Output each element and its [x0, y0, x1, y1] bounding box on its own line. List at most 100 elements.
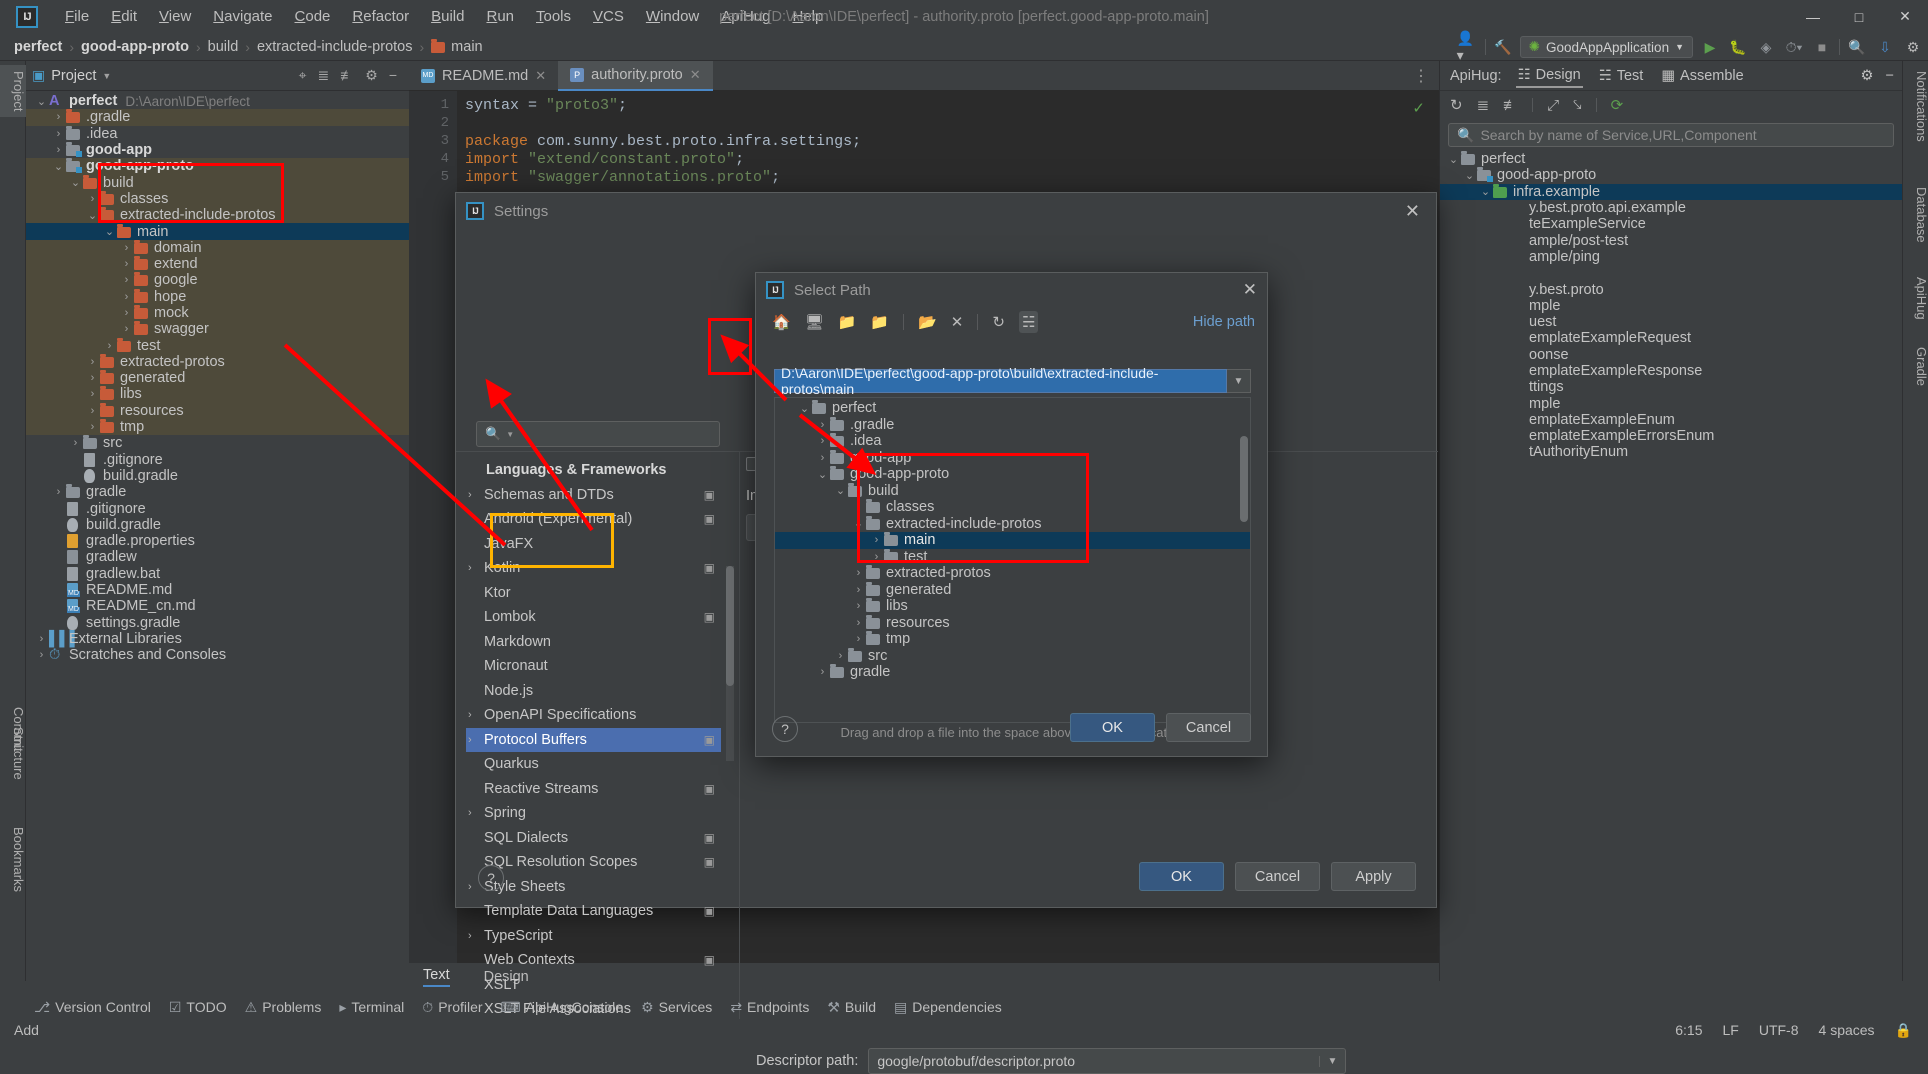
project-tree-row[interactable]: ›.gradle — [26, 109, 409, 125]
project-tree-row[interactable]: ›test — [26, 337, 409, 353]
bottom-tab-apihugconsole[interactable]: ⌨ApiHugConsole — [501, 999, 624, 1016]
chevron-right-icon[interactable]: › — [102, 340, 117, 352]
settings-category-reactive-streams[interactable]: Reactive Streams▣ — [466, 777, 721, 802]
close-button[interactable]: ✕ — [1882, 0, 1928, 33]
code-line[interactable] — [465, 115, 861, 133]
chevron-right-icon[interactable]: › — [51, 111, 66, 123]
project-tree-row[interactable]: .gitignore — [26, 500, 409, 516]
menu-tools[interactable]: Tools — [525, 4, 582, 29]
collapse-view-icon[interactable]: ⤥ — [1573, 97, 1581, 114]
expand-view-icon[interactable]: ⤢ — [1547, 97, 1559, 114]
chevron-right-icon[interactable]: › — [468, 562, 484, 574]
chevron-right-icon[interactable]: › — [85, 372, 100, 384]
project-tree-row[interactable]: ›google — [26, 272, 409, 288]
chevron-right-icon[interactable]: › — [851, 600, 866, 612]
run-configuration-selector[interactable]: ✺ GoodAppApplication ▼ — [1520, 36, 1693, 58]
select-path-tree-row[interactable]: ›src — [775, 648, 1250, 665]
chevron-right-icon[interactable]: › — [869, 534, 884, 546]
folder-icon[interactable]: 📁 — [838, 313, 857, 331]
chevron-right-icon[interactable]: › — [869, 551, 884, 563]
select-path-tree-row[interactable]: ⌄extracted-include-protos — [775, 516, 1250, 533]
chevron-down-icon[interactable]: ⌄ — [1462, 169, 1477, 182]
bottom-tab-todo[interactable]: ☑TODO — [169, 999, 227, 1016]
settings-category-node-js[interactable]: Node.js — [466, 679, 721, 704]
search-everywhere-icon[interactable]: 🔍 — [1846, 36, 1868, 58]
chevron-down-icon[interactable]: ⌄ — [1478, 185, 1493, 198]
apihug-tree-row[interactable]: ⌄good-app-proto — [1440, 167, 1902, 183]
chevron-right-icon[interactable]: › — [85, 421, 100, 433]
run-with-coverage-button[interactable]: ◈ — [1755, 36, 1777, 58]
project-file-tree[interactable]: ⌄AperfectD:\Aaron\IDE\perfect›.gradle›.i… — [26, 91, 409, 663]
menu-file[interactable]: File — [54, 4, 100, 29]
maximize-button[interactable]: □ — [1836, 0, 1882, 33]
chevron-down-icon[interactable]: ▼ — [102, 71, 111, 81]
chevron-right-icon[interactable]: › — [851, 633, 866, 645]
apihug-tree-row[interactable]: emplateExampleErrorsEnum — [1440, 428, 1902, 444]
apihug-tree-row[interactable]: emplateExampleResponse — [1440, 363, 1902, 379]
apihug-hide-icon[interactable]: − — [1886, 68, 1894, 84]
chevron-right-icon[interactable]: › — [34, 633, 49, 645]
project-tree-row[interactable]: ›extend — [26, 256, 409, 272]
settings-category-style-sheets[interactable]: ›Style Sheets — [466, 875, 721, 900]
caret-position[interactable]: 6:15 — [1675, 1022, 1702, 1038]
project-tree-row[interactable]: ›generated — [26, 370, 409, 386]
bottom-tab-build[interactable]: ⚒Build — [827, 999, 876, 1016]
project-tree-row[interactable]: settings.gradle — [26, 615, 409, 631]
tool-tab-notifications[interactable]: Notifications — [1903, 65, 1928, 148]
tool-tab-structure[interactable]: Structure — [0, 721, 26, 786]
chevron-right-icon[interactable]: › — [119, 274, 134, 286]
chevron-down-icon[interactable]: ⌄ — [851, 517, 866, 530]
line-separator[interactable]: LF — [1723, 1022, 1739, 1038]
settings-search-input[interactable]: 🔍 ▼ — [476, 421, 720, 447]
chevron-right-icon[interactable]: › — [468, 709, 484, 721]
chevron-right-icon[interactable]: › — [85, 405, 100, 417]
chevron-right-icon[interactable]: › — [833, 650, 848, 662]
menu-run[interactable]: Run — [475, 4, 525, 29]
menu-refactor[interactable]: Refactor — [341, 4, 420, 29]
hide-panel-icon[interactable]: − — [389, 67, 397, 84]
chevron-right-icon[interactable]: › — [51, 144, 66, 156]
project-tree-row[interactable]: ›libs — [26, 386, 409, 402]
bottom-tab-profiler[interactable]: ⏱Profiler — [422, 999, 482, 1016]
folder-hidden-icon[interactable]: 📁 — [870, 313, 889, 331]
close-icon[interactable]: ✕ — [1243, 280, 1257, 300]
bottom-tab-version-control[interactable]: ⎇Version Control — [34, 999, 151, 1016]
update-project-icon[interactable]: ⇩ — [1874, 36, 1896, 58]
chevron-right-icon[interactable]: › — [85, 388, 100, 400]
project-tree-row[interactable]: MDREADME.md — [26, 582, 409, 598]
project-tree-row[interactable]: ›hope — [26, 289, 409, 305]
select-path-tree-row[interactable]: ›libs — [775, 598, 1250, 615]
breadcrumb-item-good-app-proto[interactable]: good-app-proto — [81, 39, 189, 55]
settings-ok-button[interactable]: OK — [1139, 862, 1224, 891]
apihug-tree-row[interactable]: y.best.proto.api.example — [1440, 200, 1902, 216]
code-line[interactable]: package com.sunny.best.proto.infra.setti… — [465, 133, 861, 151]
chevron-down-icon[interactable]: ⌄ — [34, 95, 49, 108]
chevron-right-icon[interactable]: › — [85, 356, 100, 368]
chevron-right-icon[interactable]: › — [815, 435, 830, 447]
user-icon[interactable]: 👤▾ — [1457, 36, 1479, 58]
bottom-tab-endpoints[interactable]: ⇄Endpoints — [730, 999, 809, 1016]
select-path-cancel-button[interactable]: Cancel — [1166, 713, 1251, 742]
settings-cancel-button[interactable]: Cancel — [1235, 862, 1320, 891]
tab-assemble[interactable]: ▦ Assemble — [1659, 65, 1745, 87]
home-icon[interactable]: 🏠 — [772, 313, 791, 331]
apihug-tree-row[interactable] — [1440, 265, 1902, 281]
editor-more-options-icon[interactable]: ⋮ — [1413, 66, 1439, 86]
chevron-right-icon[interactable]: › — [468, 807, 484, 819]
settings-category-tree[interactable]: Languages & Frameworks›Schemas and DTDs▣… — [466, 458, 721, 858]
apihug-tree-row[interactable]: y.best.proto — [1440, 281, 1902, 297]
project-tree-row[interactable]: ›resources — [26, 403, 409, 419]
refresh-icon[interactable]: ↻ — [1450, 96, 1463, 114]
apihug-tree[interactable]: ⌄perfect⌄good-app-proto⌄infra.exampley.b… — [1440, 151, 1902, 461]
breadcrumb-item-perfect[interactable]: perfect — [14, 39, 62, 55]
select-path-tree-row[interactable]: ›main — [775, 532, 1250, 549]
expand-all-icon[interactable]: ≣ — [318, 67, 330, 84]
project-tree-row[interactable]: ›good-app — [26, 142, 409, 158]
project-tree-row[interactable]: ›src — [26, 435, 409, 451]
apihug-search-box[interactable]: 🔍 Search by name of Service,URL,Componen… — [1448, 123, 1894, 147]
bottom-tab-problems[interactable]: ⚠Problems — [245, 999, 322, 1016]
debug-button[interactable]: 🐛 — [1727, 36, 1749, 58]
breadcrumb-item-main[interactable]: main — [431, 39, 482, 55]
refresh-icon[interactable]: ↻ — [992, 313, 1005, 331]
apihug-tree-row[interactable]: ttings — [1440, 379, 1902, 395]
